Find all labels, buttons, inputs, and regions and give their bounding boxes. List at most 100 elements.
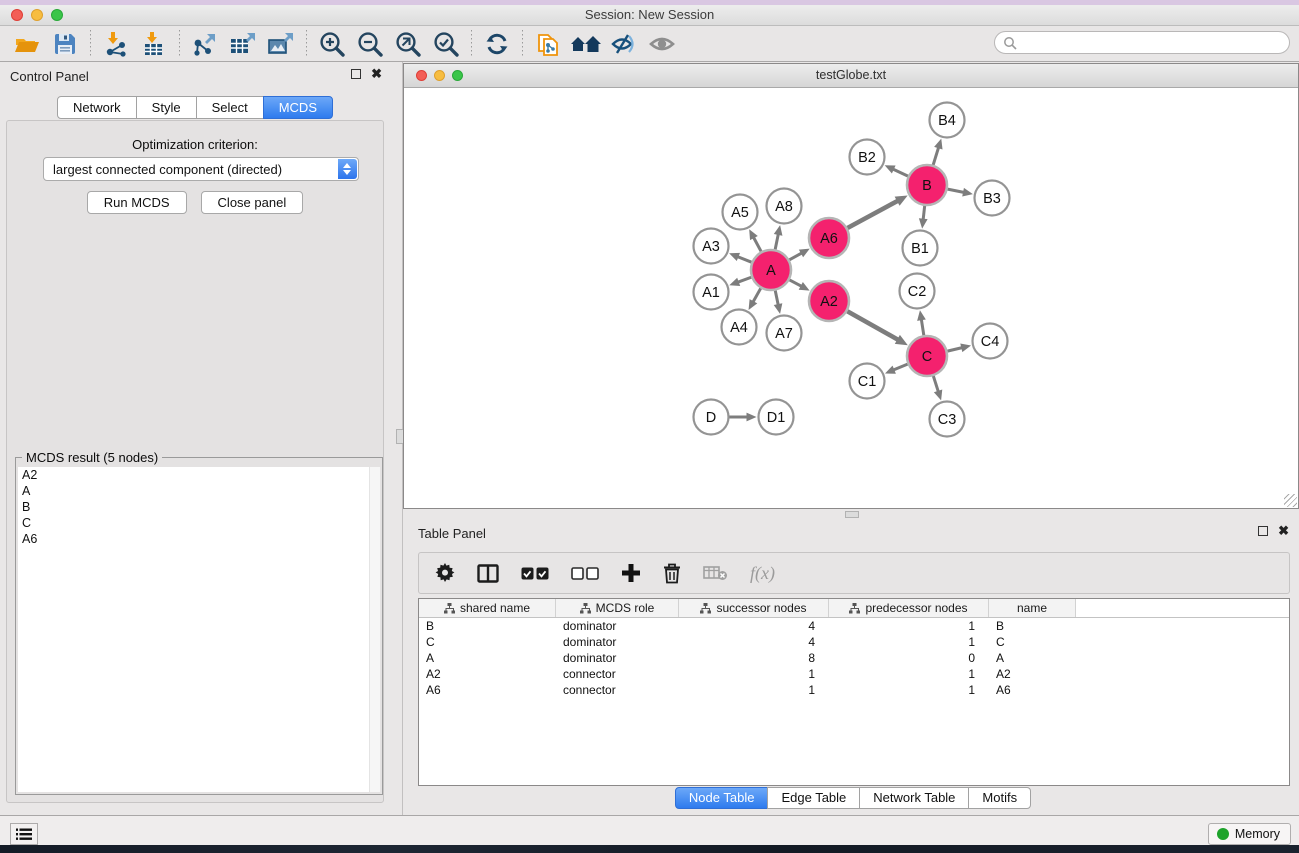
- tab-network[interactable]: Network: [57, 96, 137, 119]
- tab-node-table[interactable]: Node Table: [675, 787, 769, 809]
- edge-A-A8[interactable]: [775, 233, 778, 249]
- edge-A-A6[interactable]: [789, 252, 802, 259]
- tab-mcds[interactable]: MCDS: [263, 96, 333, 119]
- edge-C-C2[interactable]: [921, 318, 924, 335]
- refresh-button[interactable]: [478, 28, 516, 60]
- edge-B-B3[interactable]: [948, 189, 965, 192]
- edge-A-A7[interactable]: [775, 291, 778, 307]
- minimize-network-button[interactable]: [434, 70, 445, 81]
- column-header-predecessor-nodes[interactable]: predecessor nodes: [829, 599, 989, 617]
- network-canvas[interactable]: B4B2BB3B1A5A8A6A3AA1A2C2A4A7CC4C1C3DD1: [404, 88, 1298, 508]
- table-cell[interactable]: 1: [829, 682, 989, 698]
- table-cell[interactable]: 1: [829, 666, 989, 682]
- delete-table-button[interactable]: [703, 565, 728, 581]
- table-settings-button[interactable]: [435, 563, 455, 583]
- table-cell[interactable]: A: [419, 650, 556, 666]
- column-header-MCDS-role[interactable]: MCDS role: [556, 599, 679, 617]
- close-table-panel-icon[interactable]: ✖: [1278, 526, 1289, 536]
- edge-B-B1[interactable]: [923, 206, 925, 221]
- table-cell[interactable]: 1: [829, 618, 989, 634]
- tab-edge-table[interactable]: Edge Table: [767, 787, 860, 809]
- table-cell[interactable]: connector: [556, 666, 679, 682]
- edge-A-A4[interactable]: [752, 288, 760, 303]
- table-cell[interactable]: 4: [679, 618, 829, 634]
- table-cell[interactable]: 1: [679, 666, 829, 682]
- table-cell[interactable]: A2: [989, 666, 1076, 682]
- table-cell[interactable]: 1: [829, 634, 989, 650]
- edge-A6-B[interactable]: [847, 200, 898, 228]
- horizontal-splitter-handle[interactable]: [845, 511, 859, 518]
- edge-C-C3[interactable]: [933, 376, 938, 393]
- close-panel-button[interactable]: Close panel: [201, 191, 304, 214]
- table-cell[interactable]: 1: [679, 682, 829, 698]
- float-panel-icon[interactable]: [351, 69, 361, 79]
- minimize-window-button[interactable]: [31, 9, 43, 21]
- save-session-button[interactable]: [46, 28, 84, 60]
- zoom-fit-button[interactable]: [389, 28, 427, 60]
- edge-A-A1[interactable]: [737, 277, 751, 282]
- edge-C-C4[interactable]: [947, 347, 963, 351]
- table-cell[interactable]: C: [989, 634, 1076, 650]
- zoom-out-button[interactable]: [351, 28, 389, 60]
- hide-graphics-details-button[interactable]: [605, 28, 643, 60]
- import-network-button[interactable]: [97, 28, 135, 60]
- close-network-button[interactable]: [416, 70, 427, 81]
- table-cell[interactable]: 0: [829, 650, 989, 666]
- table-row[interactable]: A2connector11A2: [419, 666, 1289, 682]
- export-table-button[interactable]: [224, 28, 262, 60]
- function-builder-button[interactable]: f(x): [750, 563, 775, 584]
- export-image-button[interactable]: [262, 28, 300, 60]
- deselect-all-button[interactable]: [571, 567, 599, 580]
- column-header-name[interactable]: name: [989, 599, 1076, 617]
- zoom-in-button[interactable]: [313, 28, 351, 60]
- mcds-result-list[interactable]: A2ABCA6: [18, 467, 380, 792]
- table-row[interactable]: Cdominator41C: [419, 634, 1289, 650]
- table-cell[interactable]: dominator: [556, 618, 679, 634]
- split-view-button[interactable]: [477, 564, 499, 583]
- close-window-button[interactable]: [11, 9, 23, 21]
- open-session-button[interactable]: [8, 28, 46, 60]
- table-row[interactable]: Adominator80A: [419, 650, 1289, 666]
- table-cell[interactable]: dominator: [556, 634, 679, 650]
- result-list-item[interactable]: A6: [18, 531, 380, 547]
- resize-grip-icon[interactable]: [1284, 494, 1297, 507]
- tab-network-table[interactable]: Network Table: [859, 787, 969, 809]
- table-cell[interactable]: B: [419, 618, 556, 634]
- table-cell[interactable]: 8: [679, 650, 829, 666]
- result-list-item[interactable]: A: [18, 483, 380, 499]
- edge-A-A3[interactable]: [737, 256, 752, 262]
- table-cell[interactable]: A2: [419, 666, 556, 682]
- result-list-item[interactable]: A2: [18, 467, 380, 483]
- close-panel-icon[interactable]: ✖: [371, 69, 382, 79]
- edge-C-C1[interactable]: [892, 364, 907, 370]
- zoom-selected-button[interactable]: [427, 28, 465, 60]
- home-button[interactable]: [567, 28, 605, 60]
- export-network-button[interactable]: [186, 28, 224, 60]
- table-cell[interactable]: dominator: [556, 650, 679, 666]
- table-cell[interactable]: A6: [419, 682, 556, 698]
- search-input[interactable]: [1017, 32, 1289, 53]
- result-list-scrollbar[interactable]: [369, 467, 380, 792]
- task-history-button[interactable]: [10, 823, 38, 845]
- run-mcds-button[interactable]: Run MCDS: [87, 191, 187, 214]
- show-graphics-details-button[interactable]: [643, 28, 681, 60]
- tab-select[interactable]: Select: [196, 96, 264, 119]
- edge-A2-C[interactable]: [847, 311, 899, 340]
- search-box[interactable]: [994, 31, 1290, 54]
- zoom-window-button[interactable]: [51, 9, 63, 21]
- edge-A-A5[interactable]: [753, 236, 761, 251]
- tab-motifs[interactable]: Motifs: [968, 787, 1031, 809]
- edge-B-B4[interactable]: [933, 146, 939, 165]
- optimization-criterion-dropdown[interactable]: largest connected component (directed): [43, 157, 359, 181]
- result-list-item[interactable]: C: [18, 515, 380, 531]
- select-all-button[interactable]: [521, 567, 549, 580]
- table-cell[interactable]: connector: [556, 682, 679, 698]
- copy-network-button[interactable]: [529, 28, 567, 60]
- tab-style[interactable]: Style: [136, 96, 197, 119]
- add-entry-button[interactable]: [621, 563, 641, 583]
- edge-B-B2[interactable]: [892, 169, 908, 176]
- import-table-button[interactable]: [135, 28, 173, 60]
- float-table-panel-icon[interactable]: [1258, 526, 1268, 536]
- table-cell[interactable]: A: [989, 650, 1076, 666]
- table-row[interactable]: A6connector11A6: [419, 682, 1289, 698]
